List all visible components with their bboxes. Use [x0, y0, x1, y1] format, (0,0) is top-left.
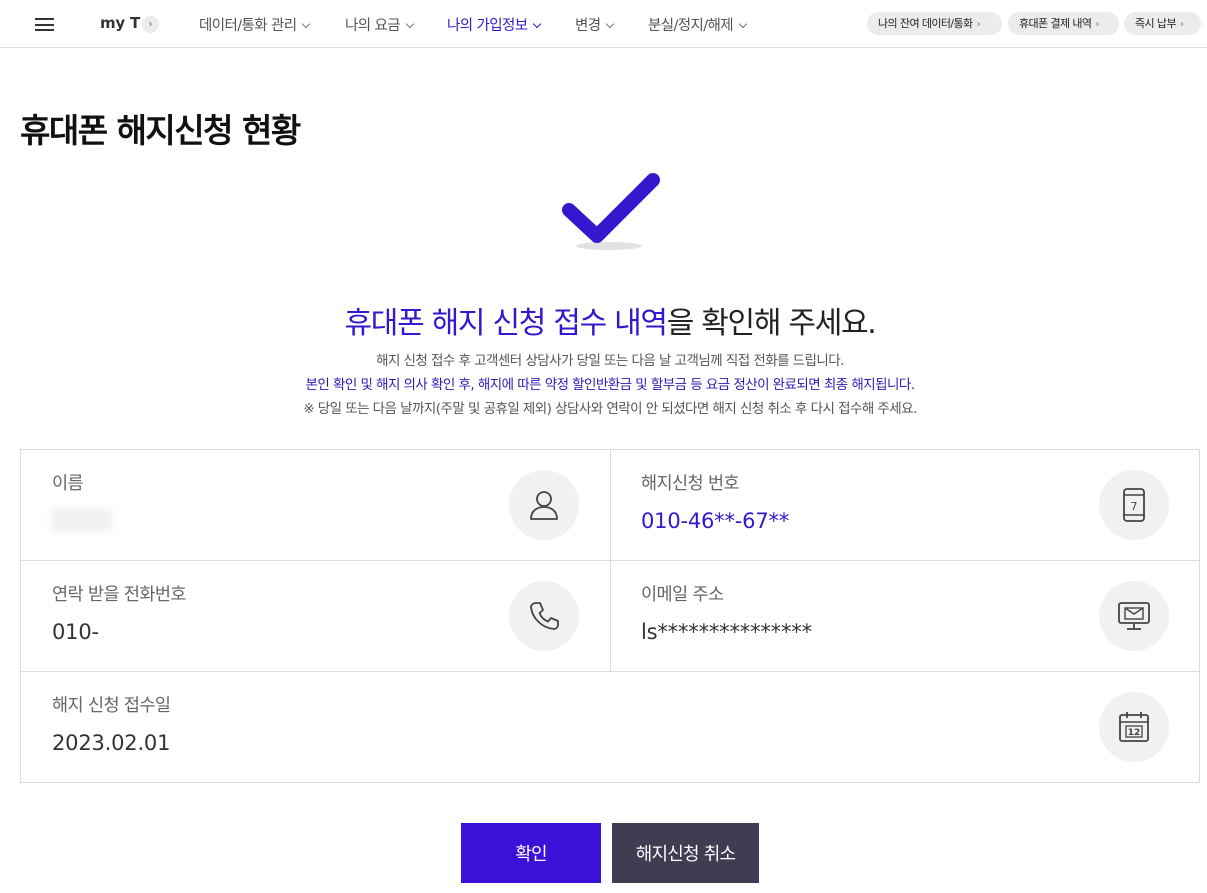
top-nav: my T › 데이터/통화 관리 나의 요금 나의 가입정보 변경 분실/정지/…	[0, 0, 1207, 48]
my-t-arrow-icon[interactable]: ›	[142, 16, 159, 33]
headline-rest: 을 확인해 주세요.	[666, 306, 877, 341]
menu-my-bill-label: 나의 요금	[345, 18, 401, 34]
menu-data-call-label: 데이터/통화 관리	[199, 18, 297, 34]
request-date-label: 해지 신청 접수일	[52, 696, 171, 716]
menu-lost-suspend[interactable]: 분실/정지/해제	[648, 14, 748, 35]
request-number-value: 010-46**-67**	[641, 509, 790, 533]
my-t-brand[interactable]: my T	[100, 14, 140, 32]
quick-link-label: 즉시 납부	[1135, 17, 1177, 30]
contact-phone-value: 010-	[52, 620, 99, 644]
chevron-down-icon	[533, 19, 542, 29]
quick-link-label: 휴대폰 결제 내역	[1019, 17, 1092, 30]
quick-link-label: 나의 잔여 데이터/통화	[878, 17, 973, 30]
request-date-value: 2023.02.01	[52, 731, 171, 755]
checkmark-icon	[562, 173, 660, 250]
notice-text: 해지 신청 접수 후 고객센터 상담사가 당일 또는 다음 날 고객님께 직접 …	[0, 349, 1207, 421]
notice-line-3: ※ 당일 또는 다음 날까지(주말 및 공휴일 제외) 상담사와 연락이 안 되…	[303, 401, 917, 417]
chevron-right-icon: ›	[1095, 19, 1099, 30]
menu-change-label: 변경	[575, 18, 601, 34]
cancel-request-button[interactable]: 해지신청 취소	[612, 823, 759, 883]
svg-text:12: 12	[1128, 728, 1141, 738]
monitor-mail-icon	[1099, 581, 1169, 651]
menu-lost-suspend-label: 분실/정지/해제	[648, 18, 734, 34]
email-label: 이메일 주소	[641, 585, 724, 605]
chevron-down-icon	[302, 19, 311, 29]
chevron-down-icon	[405, 19, 415, 29]
headline-highlight: 휴대폰 해지 신청 접수 내역	[344, 306, 668, 341]
hamburger-menu-icon[interactable]	[35, 18, 54, 31]
info-cell-name: 이름	[21, 450, 610, 561]
chevron-right-icon: ›	[1179, 19, 1184, 30]
menu-change[interactable]: 변경	[575, 14, 615, 35]
phone-icon	[509, 581, 579, 651]
menu-my-bill[interactable]: 나의 요금	[345, 14, 415, 35]
notice-line-1: 해지 신청 접수 후 고객센터 상담사가 당일 또는 다음 날 고객님께 직접 …	[376, 353, 844, 369]
headline: 휴대폰 해지 신청 접수 내역을 확인해 주세요.	[0, 298, 1207, 342]
email-value: ls***************	[641, 620, 812, 644]
request-number-label: 해지신청 번호	[641, 474, 740, 494]
chevron-down-icon	[738, 19, 748, 29]
menu-my-subscription[interactable]: 나의 가입정보	[447, 14, 542, 35]
confirm-button[interactable]: 확인	[461, 823, 601, 883]
contact-phone-label: 연락 받을 전화번호	[52, 585, 187, 605]
quick-link-remaining-data[interactable]: 나의 잔여 데이터/통화 ›	[867, 12, 1002, 35]
calendar-icon: 12	[1099, 692, 1169, 762]
menu-data-call[interactable]: 데이터/통화 관리	[199, 14, 311, 35]
info-cell-email: 이메일 주소 ls***************	[610, 561, 1199, 672]
quick-link-payment-history[interactable]: 휴대폰 결제 내역 ›	[1008, 12, 1119, 35]
notice-line-2: 본인 확인 및 해지 의사 확인 후, 해지에 따른 약정 할인반환금 및 할부…	[305, 377, 916, 393]
info-cell-request-number: 해지신청 번호 010-46**-67** 7	[610, 450, 1199, 561]
info-cell-request-date: 해지 신청 접수일 2023.02.01 12	[21, 672, 1199, 783]
mobile-phone-icon: 7	[1099, 470, 1169, 540]
svg-text:7: 7	[1131, 500, 1138, 513]
chevron-right-icon: ›	[976, 19, 981, 30]
quick-link-instant-pay[interactable]: 즉시 납부 ›	[1124, 12, 1201, 35]
name-label: 이름	[52, 474, 84, 494]
page-title: 휴대폰 해지신청 현황	[20, 111, 301, 150]
person-icon	[509, 470, 579, 540]
name-value	[52, 509, 112, 531]
info-cell-contact-phone: 연락 받을 전화번호 010-	[21, 561, 610, 672]
chevron-down-icon	[606, 19, 615, 29]
menu-my-subscription-label: 나의 가입정보	[447, 18, 528, 34]
info-table: 이름 해지신청 번호 010-46**-67** 7 연락 받을 전화번호 01…	[20, 449, 1200, 783]
